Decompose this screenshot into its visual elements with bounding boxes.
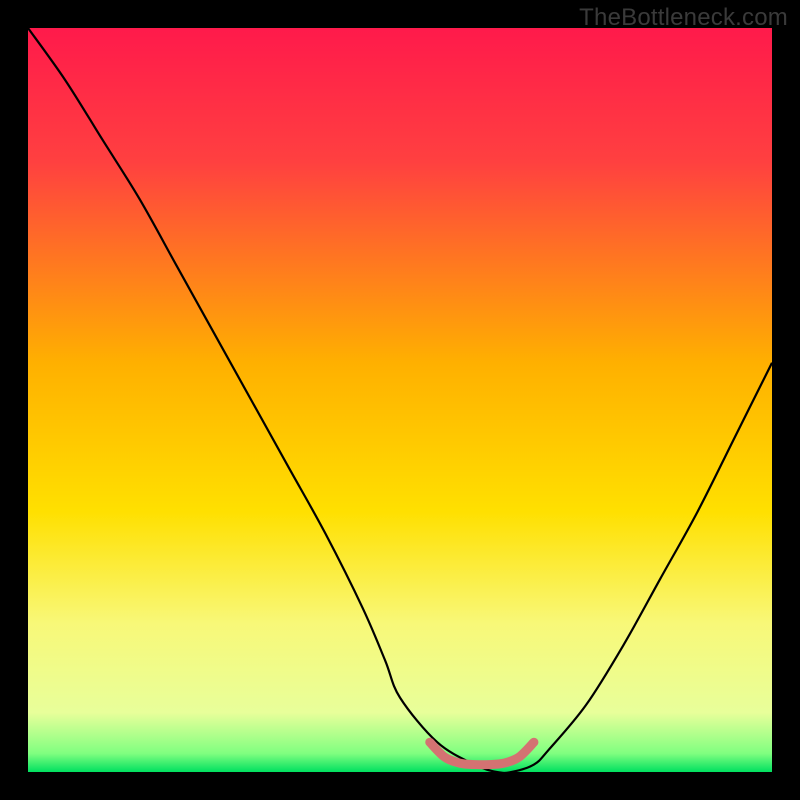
chart-frame: TheBottleneck.com <box>0 0 800 800</box>
chart-svg <box>28 28 772 772</box>
chart-plot-area <box>28 28 772 772</box>
watermark-text: TheBottleneck.com <box>579 4 788 32</box>
chart-background <box>28 28 772 772</box>
